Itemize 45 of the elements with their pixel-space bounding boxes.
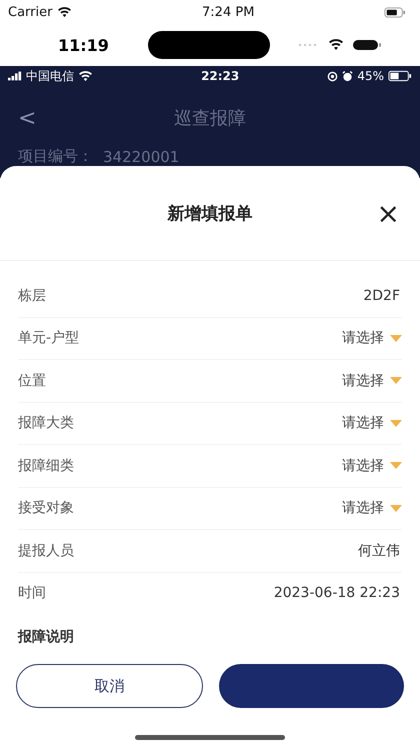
battery-percent: 45% xyxy=(357,69,384,83)
caret-icon xyxy=(390,334,402,342)
field-label: 单元-户型 xyxy=(18,329,80,348)
caret-icon xyxy=(390,377,402,384)
project-number: 34220001 xyxy=(103,148,180,166)
select-field[interactable]: 请选择 xyxy=(342,414,402,432)
project-label: 项目编号： xyxy=(18,147,93,166)
select-field[interactable]: 请选择 xyxy=(342,456,402,475)
select-field[interactable]: 请选择 xyxy=(342,499,402,518)
sheet-title: 新增填报单 xyxy=(168,202,252,224)
field-label: 位置 xyxy=(18,372,46,390)
confirm-button[interactable] xyxy=(219,664,404,708)
caret-icon xyxy=(390,462,402,470)
field-label: 报障大类 xyxy=(18,414,74,432)
field-label: 时间 xyxy=(18,584,46,602)
field-label: 报障细类 xyxy=(18,456,74,475)
carrier-label: 中国电信 xyxy=(26,68,74,84)
field-label: 接受对象 xyxy=(18,499,74,518)
wifi-icon xyxy=(328,39,344,51)
description-label: 报障说明 xyxy=(16,628,75,646)
battery-icon xyxy=(388,70,412,82)
caret-icon xyxy=(390,420,402,427)
caret-icon xyxy=(390,504,402,512)
back-button[interactable]: < xyxy=(0,106,54,130)
carrier-label: Carrier xyxy=(8,4,52,20)
page-title: 巡查报障 xyxy=(174,107,246,130)
alarm-icon xyxy=(342,70,354,82)
field-label: 提报人员 xyxy=(18,542,74,560)
status-time: 22:23 xyxy=(201,69,240,83)
battery-icon xyxy=(352,39,382,51)
rotation-lock-icon xyxy=(327,70,338,82)
field-label: 栋层 xyxy=(18,286,46,305)
device-time: 11:19 xyxy=(58,36,110,54)
cancel-button[interactable]: 取消 xyxy=(16,664,203,708)
field-value: 何立伟 xyxy=(358,542,401,560)
select-field[interactable]: 请选择 xyxy=(342,329,402,348)
battery-icon xyxy=(384,6,406,18)
wifi-icon xyxy=(57,6,72,18)
wifi-icon xyxy=(78,70,93,82)
close-button[interactable]: × xyxy=(376,200,400,228)
select-field[interactable]: 请选择 xyxy=(342,372,402,390)
status-time: 7:24 PM xyxy=(202,4,254,20)
signal-icon xyxy=(8,71,22,81)
field-value: 2023-06-18 22:23 xyxy=(274,585,401,602)
field-value: 2D2F xyxy=(363,288,401,304)
